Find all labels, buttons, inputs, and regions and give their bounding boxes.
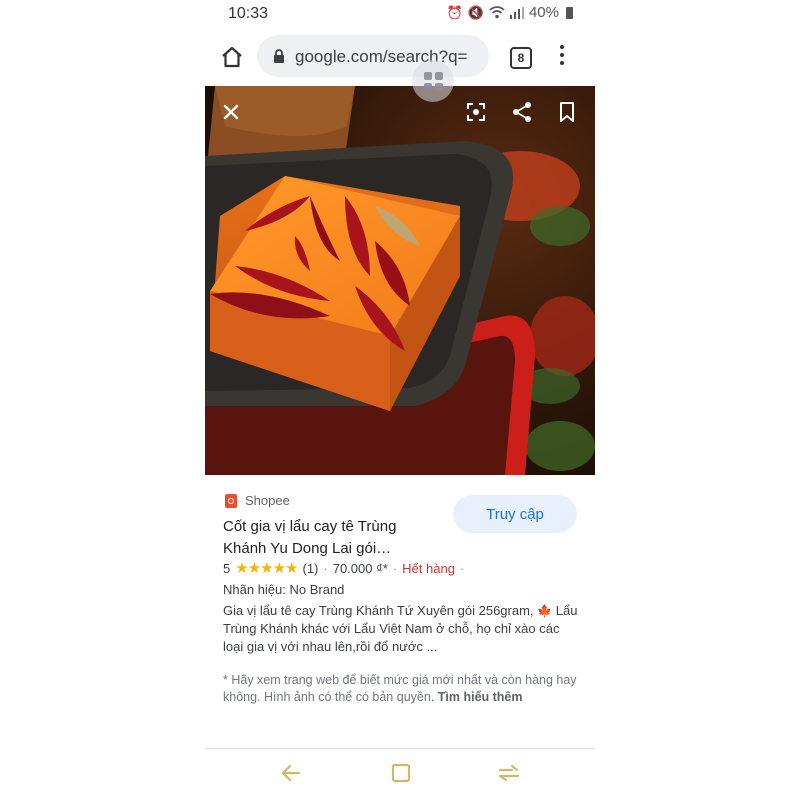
stock-status: Hết hàng [402,560,455,576]
learn-more-link[interactable]: Tìm hiểu thêm [438,690,523,704]
result-panel: Shopee Truy cập Cốt gia vị lẩu cay tê Tr… [205,475,595,749]
brand-label: Nhãn hiệu: No Brand [223,582,345,597]
back-icon[interactable] [279,762,303,784]
bookmark-icon[interactable] [554,99,580,125]
recents-icon[interactable] [389,762,413,784]
review-count: (1) [302,560,319,576]
status-bar: 10:33 ⏰ 🔇 40% [205,0,595,30]
nav-bar [205,752,595,796]
description: Gia vị lẩu tê cay Trùng Khánh Tứ Xuyên g… [223,602,578,656]
maple-leaf-icon: 🍁 [537,604,553,618]
separator-dot: · [392,560,398,576]
description-line-1: Gia vị lẩu tê cay Trùng Khánh Tứ Xuyên g… [223,603,534,618]
browser-toolbar: google.com/search?q= 8 [205,33,595,83]
divider [205,748,595,749]
lock-icon [274,49,284,63]
separator-dot: · [459,560,465,576]
disclaimer-text: * Hãy xem trang web để biết mức giá mới … [223,673,577,704]
share-icon[interactable] [509,99,535,125]
source-row[interactable]: Shopee [225,493,290,508]
signal-icon [509,6,524,19]
result-title[interactable]: Cốt gia vị lẩu cay tê Trùng Khánh Yu Don… [223,516,438,560]
visit-button[interactable]: Truy cập [453,495,577,533]
url-bar[interactable]: google.com/search?q= [257,35,489,77]
rating-value: 5 [223,560,231,576]
rating-row: 5 ★★★★★ (1) · 70.000 ₫* · Hết hàng · [223,559,464,577]
apps-icon[interactable] [497,762,521,784]
separator-dot: · [323,560,328,576]
more-vert-icon[interactable] [557,45,567,69]
status-time: 10:33 [228,5,269,22]
product-image [205,86,595,475]
close-icon[interactable] [218,99,244,125]
source-name: Shopee [245,493,290,508]
alarm-icon: ⏰ [446,4,463,20]
mute-icon: 🔇 [467,4,484,20]
shopee-icon [225,493,237,508]
battery-icon [566,6,573,19]
disclaimer: * Hãy xem trang web để biết mức giá mới … [223,672,578,706]
status-icons: ⏰ 🔇 40% [447,4,573,21]
wifi-icon [489,6,505,19]
image-viewer [205,86,595,475]
lens-icon[interactable] [463,99,489,125]
tabs-icon[interactable]: 8 [510,47,532,69]
drag-handle-icon[interactable] [412,60,454,102]
price: 70.000 ₫* [332,560,388,576]
battery-percent: 40% [528,4,559,21]
star-rating: ★★★★★ [235,560,298,577]
home-icon[interactable] [219,44,245,70]
